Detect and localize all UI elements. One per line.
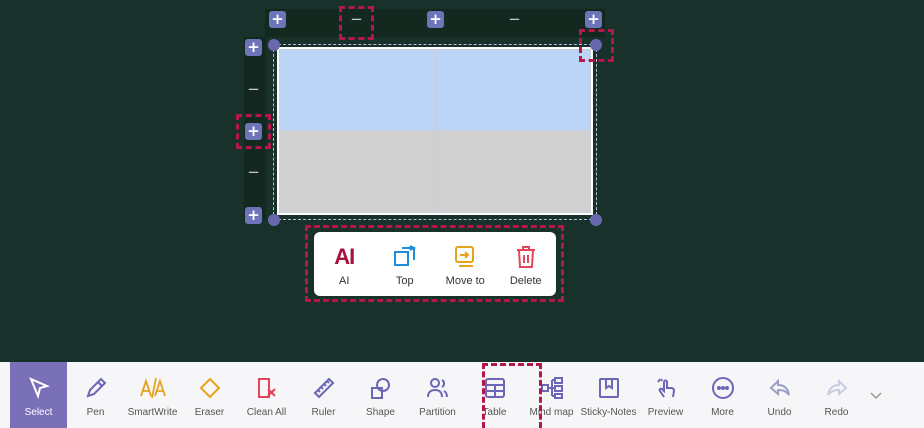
add-row-button[interactable]: + [245,39,262,56]
add-row-button[interactable]: + [245,123,262,140]
object-context-menu: AI AI Top Move to Delete [314,232,556,296]
tool-pen[interactable]: Pen [67,362,124,428]
tool-label: Undo [767,406,792,418]
more-icon [711,373,735,403]
move-to-icon [452,242,478,272]
chevron-down-icon [869,392,882,400]
resize-handle-bottom-right[interactable] [590,214,602,226]
remove-column-button[interactable]: − [506,11,523,28]
smartwrite-icon [139,373,167,403]
tool-sticky-notes[interactable]: Sticky-Notes [580,362,637,428]
ai-icon: AI [334,243,355,269]
mind-map-icon [540,373,564,403]
table-cell[interactable] [435,131,591,213]
tool-table[interactable]: Table [466,362,523,428]
tool-select[interactable]: Select [10,362,67,428]
remove-row-button[interactable]: − [245,164,262,181]
tool-label: Select [24,406,53,418]
delete-label: Delete [509,274,542,287]
resize-handle-top-left[interactable] [268,39,280,51]
redo-icon [825,373,849,403]
tool-mind-map[interactable]: Mind map [523,362,580,428]
cursor-icon [27,373,51,403]
move-to-label: Move to [445,274,485,287]
partition-icon [426,373,450,403]
tool-label: Clean All [246,406,287,418]
tool-label: Partition [419,406,456,418]
toolbar-collapse-button[interactable] [865,388,886,402]
table-icon [483,373,507,403]
tool-label: Pen [86,406,105,418]
tool-label: Ruler [311,406,336,418]
trash-icon [513,242,539,272]
add-column-button[interactable]: + [427,11,444,28]
bottom-toolbar: Select Pen SmartWrite Eraser Clean All R… [0,362,924,428]
add-column-button[interactable]: + [269,11,286,28]
tool-label: Shape [366,406,395,418]
tool-label: Table [482,406,507,418]
table-cell[interactable] [279,49,435,131]
ai-button[interactable]: AI AI [315,242,373,287]
resize-handle-bottom-left[interactable] [268,214,280,226]
tool-label: Redo [824,406,849,418]
undo-icon [768,373,792,403]
tool-label: Mind map [529,406,574,418]
resize-handle-top-right[interactable] [590,39,602,51]
bring-to-top-icon [392,242,418,272]
tool-partition[interactable]: Partition [409,362,466,428]
tool-label: Preview [647,406,684,418]
table-cell[interactable] [279,131,435,213]
remove-column-button[interactable]: − [348,11,365,28]
top-label: Top [395,274,414,287]
top-button[interactable]: Top [376,242,434,287]
tool-eraser[interactable]: Eraser [181,362,238,428]
tool-label: Sticky-Notes [580,406,637,418]
tool-label: More [711,406,734,418]
pen-icon [84,373,108,403]
move-to-button[interactable]: Move to [436,242,494,287]
add-row-button[interactable]: + [245,207,262,224]
sticky-notes-icon [597,373,621,403]
tool-redo[interactable]: Redo [808,362,865,428]
tool-more[interactable]: More [694,362,751,428]
tool-clean-all[interactable]: Clean All [238,362,295,428]
tool-label: SmartWrite [127,406,178,418]
remove-row-button[interactable]: − [245,81,262,98]
tool-preview[interactable]: Preview [637,362,694,428]
shape-icon [369,373,393,403]
tool-ruler[interactable]: Ruler [295,362,352,428]
tool-smartwrite[interactable]: SmartWrite [124,362,181,428]
tool-label: Eraser [194,406,225,418]
add-column-button[interactable]: + [585,11,602,28]
preview-hand-icon [654,373,678,403]
tool-shape[interactable]: Shape [352,362,409,428]
table-object[interactable] [277,47,593,215]
ai-label: AI [339,274,350,287]
clean-all-icon [255,373,279,403]
delete-button[interactable]: Delete [497,242,555,287]
tool-undo[interactable]: Undo [751,362,808,428]
table-cell[interactable] [435,49,591,131]
eraser-icon [198,373,222,403]
ruler-icon [312,373,336,403]
